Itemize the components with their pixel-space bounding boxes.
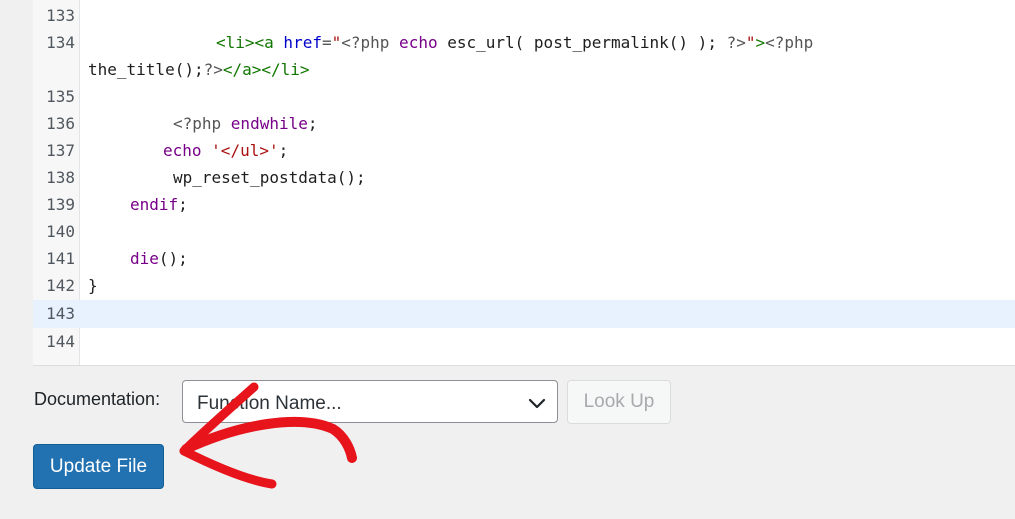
update-file-button[interactable]: Update File: [33, 444, 164, 489]
line-number: 133: [46, 6, 75, 25]
php-open-token: <?php: [765, 33, 814, 52]
tag-token: >: [755, 33, 766, 52]
string-token: ": [331, 33, 342, 52]
line-number: 135: [46, 87, 75, 106]
code-text: echo '</ul>';: [163, 137, 288, 164]
code-line[interactable]: 133: [33, 2, 1015, 29]
line-number: 141: [46, 249, 75, 268]
line-number: 134: [46, 33, 75, 52]
code-token: ();: [158, 249, 188, 268]
code-text: wp_reset_postdata();: [173, 168, 366, 187]
function-name-select-value: Function Name...: [197, 393, 342, 414]
code-text: <li><a href="<?php echo esc_url( post_pe…: [216, 29, 813, 56]
line-number: 140: [46, 222, 75, 241]
code-text: endif;: [130, 191, 188, 218]
keyword-token: endwhile: [230, 114, 308, 133]
line-number: 137: [46, 141, 75, 160]
code-line[interactable]: 139 endif;: [33, 191, 1015, 218]
code-line[interactable]: 134 <li><a href="<?php echo esc_url( pos…: [33, 29, 1015, 83]
function-name-select[interactable]: Function Name...: [182, 380, 558, 423]
php-close-token: ?>: [203, 60, 223, 79]
code-text: die();: [130, 245, 188, 272]
line-number: 138: [46, 168, 75, 187]
tag-token: <a: [254, 33, 274, 52]
code-line[interactable]: 142 }: [33, 272, 1015, 299]
php-open-token: <?php: [341, 33, 390, 52]
punct-token: =: [321, 33, 332, 52]
code-text: <?php endwhile;: [173, 110, 318, 137]
code-token: ;: [178, 195, 188, 214]
code-line[interactable]: 141 die();: [33, 245, 1015, 272]
line-number: 144: [46, 332, 75, 351]
line-number: 142: [46, 276, 75, 295]
code-token: the_title();: [88, 60, 204, 79]
code-line[interactable]: 138 wp_reset_postdata();: [33, 164, 1015, 191]
attribute-token: href: [273, 33, 322, 52]
code-line[interactable]: 136 <?php endwhile;: [33, 110, 1015, 137]
line-number: 143: [46, 304, 75, 323]
keyword-token: die: [130, 249, 159, 268]
string-token: '</ul>': [211, 141, 279, 160]
code-token: esc_url( post_permalink() );: [437, 33, 727, 52]
active-code-line[interactable]: 143: [33, 300, 1015, 328]
keyword-token: echo: [389, 33, 438, 52]
code-editor[interactable]: 133 134 <li><a href="<?php echo esc_url(…: [33, 0, 1015, 366]
line-number: 136: [46, 114, 75, 133]
code-line[interactable]: 137 echo '</ul>';: [33, 137, 1015, 164]
code-line[interactable]: 135: [33, 83, 1015, 110]
code-text: }: [88, 276, 98, 295]
code-line[interactable]: 144: [33, 328, 1015, 355]
code-token: ;: [278, 141, 289, 160]
php-open-token: <?php: [173, 114, 231, 133]
keyword-token: echo: [163, 141, 202, 160]
keyword-token: endif: [130, 195, 179, 214]
php-close-token: ?>: [726, 33, 746, 52]
documentation-label: Documentation:: [34, 389, 161, 409]
code-token: ;: [307, 114, 318, 133]
look-up-button[interactable]: Look Up: [567, 380, 671, 424]
code-line[interactable]: 140: [33, 218, 1015, 245]
line-number: 139: [46, 195, 75, 214]
tag-token: </a></li>: [222, 60, 310, 79]
chevron-down-icon: [528, 398, 546, 409]
tag-token: <li>: [216, 33, 255, 52]
code-text: the_title();?></a></li>: [88, 56, 310, 83]
